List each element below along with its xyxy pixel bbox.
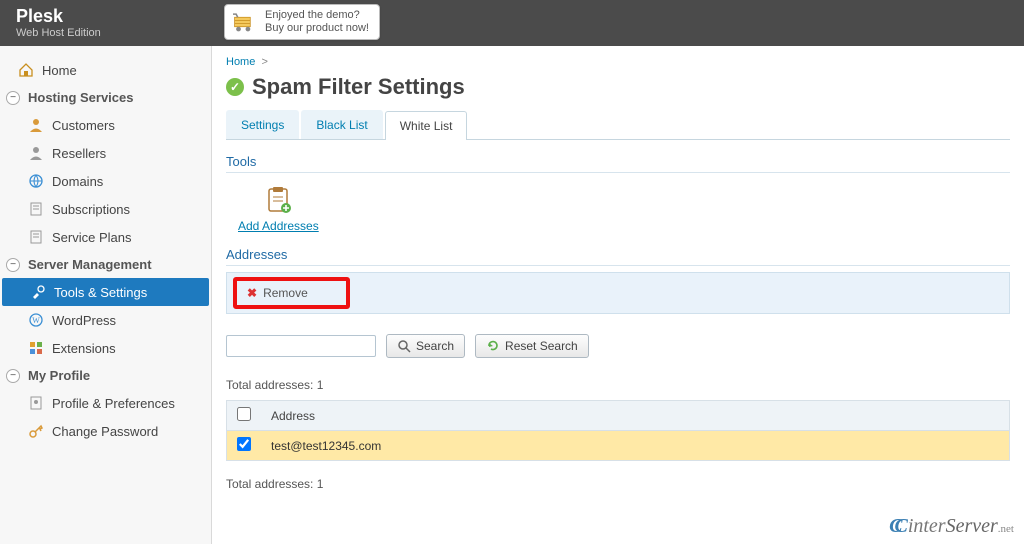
sidebar: Home − Hosting Services Customers Resell… xyxy=(0,46,212,544)
sidebar-group-profile[interactable]: − My Profile xyxy=(0,362,211,389)
check-circle-icon: ✓ xyxy=(226,78,244,96)
key-icon xyxy=(28,423,44,439)
doc-icon xyxy=(28,201,44,217)
search-input[interactable] xyxy=(226,335,376,357)
sidebar-group-label: Hosting Services xyxy=(28,90,134,105)
promo-text: Enjoyed the demo? Buy our product now! xyxy=(265,9,369,35)
globe-icon xyxy=(28,173,44,189)
section-tools-title: Tools xyxy=(226,154,1010,173)
section-addresses-title: Addresses xyxy=(226,247,1010,266)
page-title: Spam Filter Settings xyxy=(252,74,465,100)
sidebar-item-change-password[interactable]: Change Password xyxy=(0,417,211,445)
row-checkbox[interactable] xyxy=(237,437,251,451)
tab-black-list[interactable]: Black List xyxy=(301,110,382,139)
app-header: Plesk Web Host Edition xyxy=(0,0,1024,46)
sidebar-group-hosting[interactable]: − Hosting Services xyxy=(0,84,211,111)
addresses-table: Address test@test12345.com xyxy=(226,400,1010,461)
search-icon xyxy=(397,339,411,353)
sidebar-item-tools-settings[interactable]: Tools & Settings xyxy=(2,278,209,306)
collapse-icon: − xyxy=(6,258,20,272)
tabs: Settings Black List White List xyxy=(226,110,1010,140)
sidebar-item-home[interactable]: Home xyxy=(0,56,211,84)
main-content: Home > ✓ Spam Filter Settings Settings B… xyxy=(212,46,1024,544)
highlight-box: ✖ Remove xyxy=(233,277,350,309)
brand-name: Plesk xyxy=(16,7,101,27)
search-button[interactable]: Search xyxy=(386,334,465,358)
addresses-toolbar: ✖ Remove xyxy=(226,272,1010,314)
user-icon xyxy=(28,145,44,161)
doc-icon xyxy=(28,229,44,245)
user-icon xyxy=(28,117,44,133)
tool-add-addresses[interactable]: Add Addresses xyxy=(238,185,319,233)
clipboard-add-icon xyxy=(238,185,319,215)
promo-line2: Buy our product now! xyxy=(265,22,369,35)
sidebar-group-label: Server Management xyxy=(28,257,152,272)
sidebar-group-label: My Profile xyxy=(28,368,90,383)
reset-search-button[interactable]: Reset Search xyxy=(475,334,589,358)
breadcrumb-home[interactable]: Home xyxy=(226,56,255,68)
wordpress-icon: W xyxy=(28,312,44,328)
sidebar-item-subscriptions[interactable]: Subscriptions xyxy=(0,195,211,223)
svg-text:W: W xyxy=(32,316,40,325)
sidebar-group-server[interactable]: − Server Management xyxy=(0,251,211,278)
tools-icon xyxy=(30,284,46,300)
select-all-checkbox[interactable] xyxy=(237,407,251,421)
cell-address: test@test12345.com xyxy=(261,431,1010,461)
search-button-label: Search xyxy=(416,339,454,353)
tab-white-list[interactable]: White List xyxy=(385,111,468,140)
profile-icon xyxy=(28,395,44,411)
tools-row: Add Addresses xyxy=(226,179,1010,233)
sidebar-item-service-plans[interactable]: Service Plans xyxy=(0,223,211,251)
remove-x-icon: ✖ xyxy=(247,286,257,300)
search-row: Search Reset Search xyxy=(226,330,1010,362)
total-addresses-bottom: Total addresses: 1 xyxy=(226,477,1010,491)
sidebar-item-extensions[interactable]: Extensions xyxy=(0,334,211,362)
sidebar-item-label: Home xyxy=(42,63,77,78)
sidebar-item-domains[interactable]: Domains xyxy=(0,167,211,195)
brand-subtitle: Web Host Edition xyxy=(16,27,101,39)
remove-button[interactable]: ✖ Remove xyxy=(239,283,316,303)
sidebar-item-customers[interactable]: Customers xyxy=(0,111,211,139)
sidebar-item-resellers[interactable]: Resellers xyxy=(0,139,211,167)
cart-icon xyxy=(231,11,257,33)
home-icon xyxy=(18,62,34,78)
reset-button-label: Reset Search xyxy=(505,339,578,353)
tool-label[interactable]: Add Addresses xyxy=(238,219,319,233)
footer-brand: CCinterServer.net xyxy=(889,515,1014,538)
collapse-icon: − xyxy=(6,369,20,383)
promo-banner[interactable]: Enjoyed the demo? Buy our product now! xyxy=(224,4,380,40)
breadcrumb: Home > xyxy=(226,56,1010,68)
tab-settings[interactable]: Settings xyxy=(226,110,299,139)
collapse-icon: − xyxy=(6,91,20,105)
remove-label: Remove xyxy=(263,286,308,300)
extensions-icon xyxy=(28,340,44,356)
sidebar-item-profile-prefs[interactable]: Profile & Preferences xyxy=(0,389,211,417)
refresh-icon xyxy=(486,339,500,353)
total-addresses-top: Total addresses: 1 xyxy=(226,378,1010,392)
brand: Plesk Web Host Edition xyxy=(16,7,101,39)
table-row[interactable]: test@test12345.com xyxy=(227,431,1010,461)
sidebar-item-wordpress[interactable]: WWordPress xyxy=(0,306,211,334)
col-address: Address xyxy=(261,401,1010,431)
promo-line1: Enjoyed the demo? xyxy=(265,9,369,22)
page-title-row: ✓ Spam Filter Settings xyxy=(226,74,1010,100)
table-header-row: Address xyxy=(227,401,1010,431)
